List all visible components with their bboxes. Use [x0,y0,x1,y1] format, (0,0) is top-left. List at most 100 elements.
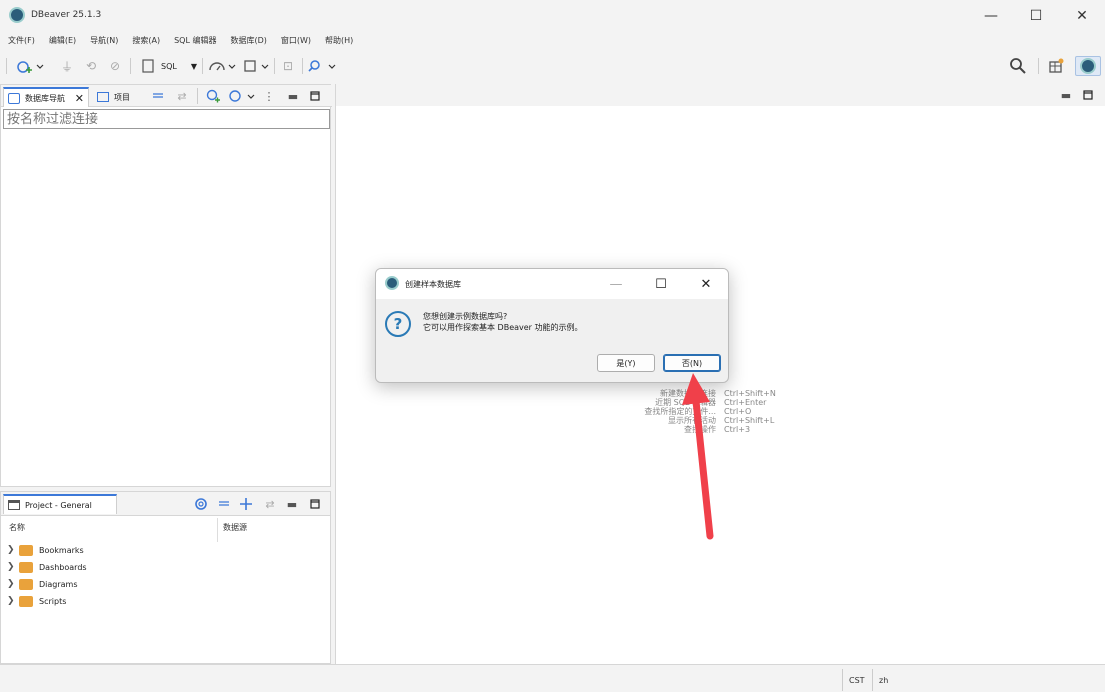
search-dropdown-icon[interactable] [306,56,340,76]
tab-database-navigator[interactable]: 数据库导航 ✕ [3,87,89,107]
chevron-right-icon[interactable]: ❯ [7,596,19,606]
status-bar: CST zh [0,664,1105,692]
hint-shortcuts: Ctrl+Shift+N Ctrl+Enter Ctrl+O Ctrl+Shif… [724,389,804,434]
toolbar-separator [302,58,303,74]
tree-item-dashboards[interactable]: ❯ Dashboards [7,559,87,575]
window-title: DBeaver 25.1.3 [31,10,102,20]
dbeaver-perspective-icon[interactable] [1075,56,1101,76]
expand-project-icon[interactable] [237,494,255,514]
hint-shortcut: Ctrl+3 [724,425,751,434]
connection-settings-icon[interactable] [227,86,259,106]
configure-icon[interactable] [191,494,211,514]
tab-project-general[interactable]: Project - General [3,494,117,514]
link-project-icon[interactable]: ⇄ [261,494,279,514]
perspective-add-icon[interactable] [1045,56,1067,76]
scripts-folder-icon [19,595,33,607]
collapse-project-icon[interactable] [215,494,233,514]
dialog-title-bar: 创建样本数据库 — ☐ ✕ [376,269,728,299]
title-bar: DBeaver 25.1.3 — ☐ ✕ [0,0,1105,32]
dialog-title: 创建样本数据库 [405,280,461,289]
tree-item-diagrams[interactable]: ❯ Diagrams [7,576,78,592]
tree-item-scripts[interactable]: ❯ Scripts [7,593,66,609]
red-pointer-arrow-icon [682,373,714,540]
tree-item-bookmarks[interactable]: ❯ Bookmarks [7,542,84,558]
tree-item-label: Dashboards [39,562,87,572]
chevron-down-icon: ▼ [190,61,197,71]
transaction-mode-icon[interactable] [206,56,238,76]
link-editor-icon[interactable]: ⇄ [173,86,191,106]
column-divider[interactable] [217,518,218,542]
tab-projects-label: 项目 [114,92,130,102]
bookmarks-folder-icon [19,544,33,556]
project-window-icon [8,500,20,510]
database-navigator-tabbar: 数据库导航 ✕ 项目 ⇄ ⋮ ▬ [1,85,332,107]
tab-project-general-label: Project - General [25,500,92,510]
chevron-right-icon[interactable]: ❯ [7,545,19,555]
maximize-button[interactable]: ☐ [1013,0,1059,32]
dialog-close-button[interactable]: ✕ [686,273,726,295]
menu-navigate[interactable]: 导航(N) [90,32,124,50]
menu-edit[interactable]: 编辑(E) [49,32,82,50]
maximize-editor-icon[interactable] [1080,85,1096,105]
column-name-header[interactable]: 名称 [9,522,25,533]
close-button[interactable]: ✕ [1059,0,1105,32]
menu-sql-editor[interactable]: SQL 编辑器 [174,32,222,50]
connect-icon[interactable]: ⏚ [58,56,76,76]
chevron-right-icon[interactable]: ❯ [7,562,19,572]
column-datasource-header[interactable]: 数据源 [223,522,247,533]
minimize-editor-icon[interactable]: ▬ [1058,85,1074,105]
dialog-message-line1: 您想创建示例数据库吗? [423,312,508,321]
status-timezone: CST [842,669,870,691]
status-locale: zh [872,669,896,691]
dialog-message-line2: 它可以用作探索基本 DBeaver 功能的示例。 [423,323,583,332]
database-icon [8,92,20,104]
global-search-icon[interactable] [1007,56,1029,76]
new-connection-small-icon[interactable] [203,86,223,106]
tab-projects[interactable]: 项目 [93,87,141,107]
toolbar-separator [202,58,203,74]
menu-help[interactable]: 帮助(H) [325,32,359,50]
minimize-button[interactable]: — [968,0,1014,32]
chevron-right-icon[interactable]: ❯ [7,579,19,589]
tree-item-label: Scripts [39,596,67,606]
menu-search[interactable]: 搜索(A) [132,32,166,50]
view-menu-icon[interactable]: ⋮ [263,86,275,106]
menu-file[interactable]: 文件(F) [8,32,41,50]
toolbar-separator [274,58,275,74]
menu-window[interactable]: 窗口(W) [281,32,317,50]
collapse-all-icon[interactable] [149,86,167,106]
maximize-panel-icon[interactable] [307,86,323,106]
diagrams-folder-icon [19,578,33,590]
sql-editor-label: SQL [161,61,177,71]
sql-editor-button[interactable]: SQL ▼ [138,56,200,76]
toolbar-separator [1038,58,1039,74]
dashboards-folder-icon [19,561,33,573]
hint-shortcut: Ctrl+Shift+N [724,389,776,398]
tree-item-label: Diagrams [39,579,78,589]
lock-icon[interactable]: ⊡ [278,56,298,76]
toolbar-separator [130,58,131,74]
hint-shortcut: Ctrl+Enter [724,398,767,407]
dialog-minimize-button[interactable]: — [596,273,636,295]
hint-shortcut: Ctrl+O [724,407,752,416]
project-panel-tabbar: Project - General ⇄ ▬ [1,492,330,516]
hint-shortcut: Ctrl+Shift+L [724,416,775,425]
reconnect-icon[interactable]: ⟲ [82,56,100,76]
tree-item-label: Bookmarks [39,545,84,555]
menu-bar: 文件(F) 编辑(E) 导航(N) 搜索(A) SQL 编辑器 数据库(D) 窗… [0,32,1105,50]
disconnect-icon[interactable]: ⊘ [106,56,124,76]
dialog-maximize-button[interactable]: ☐ [641,273,681,295]
project-panel: Project - General ⇄ ▬ 名称 数据源 ❯ Bookmarks… [0,491,331,664]
main-toolbar: ⏚ ⟲ ⊘ SQL ▼ ⊡ [0,52,1105,80]
close-tab-icon[interactable]: ✕ [75,92,84,105]
editor-tabbar: ▬ [336,84,1105,106]
minimize-panel-icon[interactable]: ▬ [285,86,301,106]
new-connection-icon[interactable] [12,56,46,76]
maximize-project-panel-icon[interactable] [307,494,323,514]
commit-mode-icon[interactable] [242,56,272,76]
database-navigator-panel: 数据库导航 ✕ 项目 ⇄ ⋮ ▬ [0,84,332,487]
menu-database[interactable]: 数据库(D) [230,32,272,50]
connection-filter-input[interactable] [3,109,330,129]
minimize-project-panel-icon[interactable]: ▬ [284,494,300,514]
tab-database-navigator-label: 数据库导航 [25,93,65,103]
